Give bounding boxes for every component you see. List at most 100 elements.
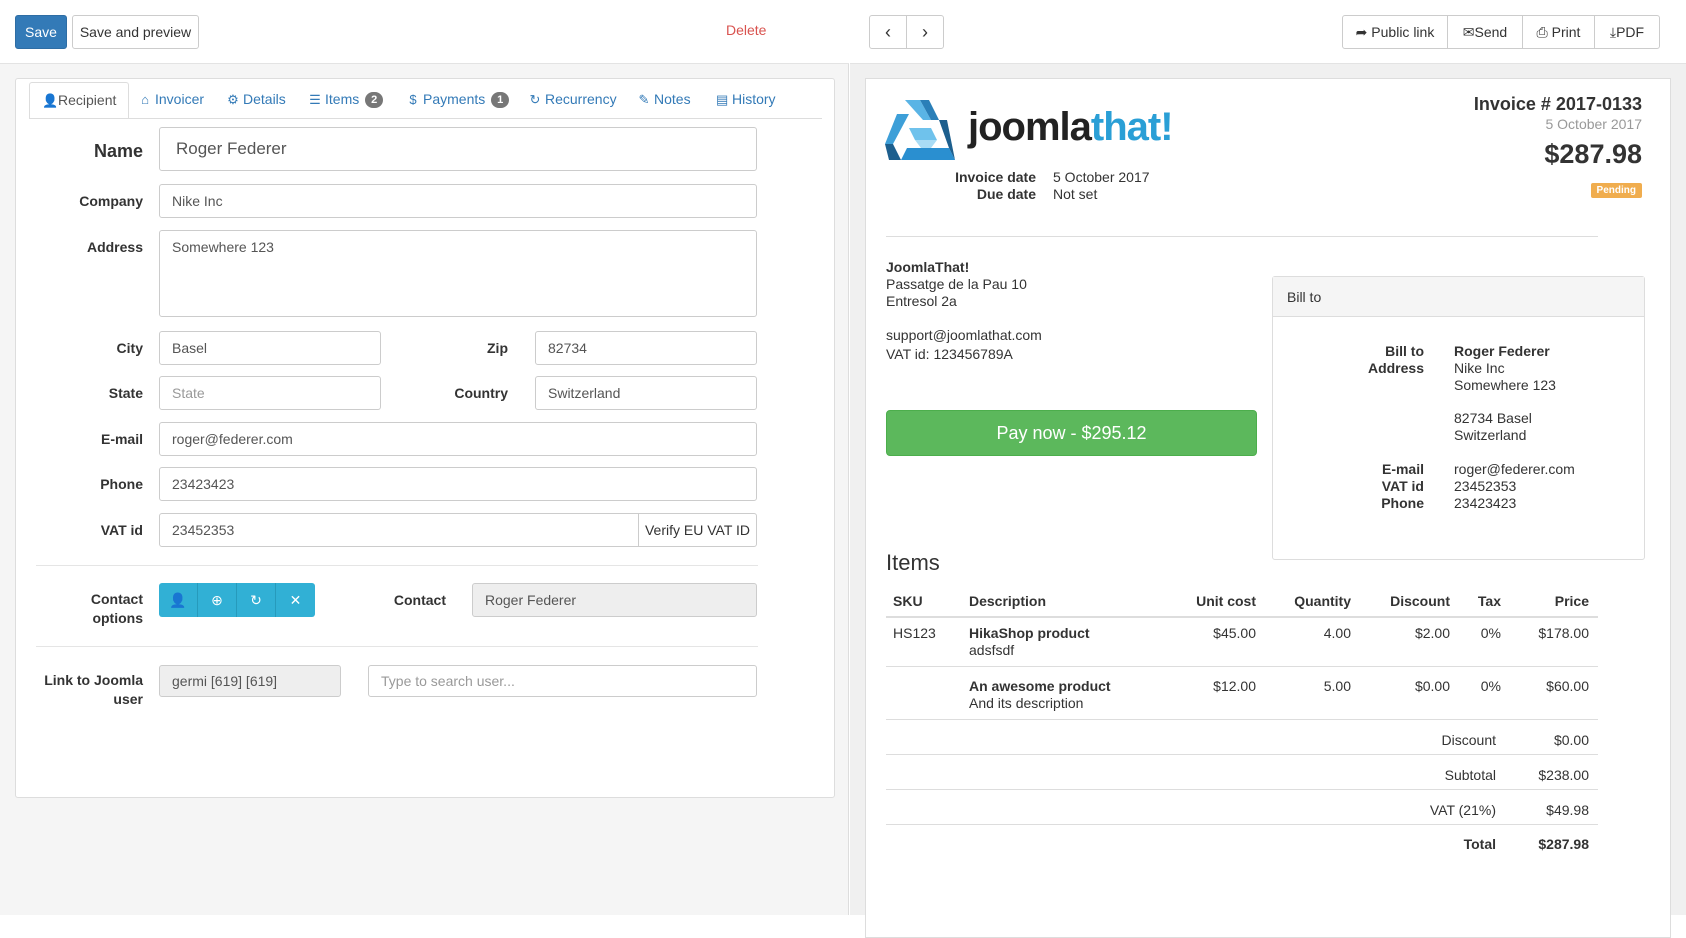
col-quantity: Quantity [1294,593,1351,609]
verify-vat-button[interactable]: Verify EU VAT ID [638,513,757,547]
tab-invoicer[interactable]: ⌂ Invoicer [139,82,204,119]
zip-input[interactable]: 82734 [535,331,757,365]
city-input[interactable]: Basel [159,331,381,365]
label-line: Contact [90,591,143,607]
user-search-input[interactable]: Type to search user... [368,665,757,697]
address-textarea[interactable]: Somewhere 123 [159,230,757,317]
list-alt-icon: ▤ [716,92,729,107]
tab-payments[interactable]: $ Payments 1 [407,82,510,119]
next-button[interactable]: › [906,15,944,49]
item-desc: And its description [969,695,1084,711]
due-date: Not set [1053,186,1098,202]
tab-label: Recipient [58,92,117,108]
row-divider [886,666,1598,667]
item-desc: adsfsdf [969,642,1015,658]
name-input[interactable]: Roger Federer [159,127,757,171]
company-input[interactable]: Nike Inc [159,184,757,218]
bill-vat: 23452353 [1454,478,1517,494]
envelope-icon: ✉ [1462,24,1475,40]
bill-email-label: E-mail [1381,461,1424,477]
prev-button[interactable]: ‹ [869,15,907,49]
bill-phone: 23423423 [1454,495,1517,511]
items-heading: Items [886,550,940,575]
zip-label: Zip [487,340,508,356]
contact-field: Roger Federer [472,583,757,617]
tab-label: Details [243,91,286,107]
col-sku: SKU [893,593,923,609]
contact-options-group: 👤 ⊕ ↻ ✕ [159,583,315,617]
country-label: Country [454,385,508,401]
item-price: $60.00 [1546,678,1589,694]
state-input[interactable]: State [159,376,381,410]
totals-total-value: $287.98 [1538,836,1589,852]
col-discount: Discount [1390,593,1450,609]
delete-link[interactable]: Delete [726,22,766,38]
country-input[interactable]: Switzerland [535,376,757,410]
save-and-preview-button[interactable]: Save and preview [72,15,199,49]
email-input[interactable]: roger@federer.com [159,422,757,456]
row-divider [886,719,1598,720]
logo-text: joomla [968,105,1092,149]
button-label: Print [1551,24,1581,40]
item-tax: 0% [1480,678,1501,694]
tab-label: Invoicer [155,91,205,107]
save-button[interactable]: Save [15,15,67,49]
phone-input[interactable]: 23423423 [159,467,757,501]
print-icon: ⎙ [1536,24,1548,40]
refresh-contact-icon[interactable]: ↻ [237,583,276,617]
contact-label: Contact [393,592,446,608]
email-label: E-mail [100,431,143,447]
totals-divider [886,754,1598,755]
tab-label: Payments [423,91,486,107]
tab-notes[interactable]: ✎ Notes [638,82,691,119]
contact-user-icon[interactable]: 👤 [159,583,198,617]
bill-to-header: Bill to [1273,277,1644,317]
totals-vat-value: $49.98 [1546,802,1589,818]
totals-subtotal-value: $238.00 [1538,767,1589,783]
joomla-user-label: Link to Joomla user [16,671,143,709]
bill-phone-label: Phone [1381,495,1424,511]
pay-now-button[interactable]: Pay now - $295.12 [886,410,1257,456]
item-discount: $0.00 [1414,678,1450,694]
chevron-right-icon: › [922,22,928,42]
col-tax: Tax [1477,593,1501,609]
send-button[interactable]: ✉Send [1447,15,1523,49]
add-contact-icon[interactable]: ⊕ [198,583,237,617]
print-button[interactable]: ⎙ Print [1522,15,1595,49]
tab-recurrency[interactable]: ↻ Recurrency [529,82,617,119]
logo-text: that! [1090,105,1174,149]
tab-recipient[interactable]: 👤Recipient [29,82,130,119]
chevron-left-icon: ‹ [885,22,891,42]
remove-contact-icon[interactable]: ✕ [276,583,315,617]
company-label: Company [79,193,143,209]
col-price: Price [1554,593,1589,609]
vat-input[interactable]: 23452353 [159,513,639,547]
label-line: user [113,691,143,707]
tab-items[interactable]: ☰ Items 2 [309,82,384,119]
pdf-button[interactable]: ⤓PDF [1594,15,1660,49]
bill-to-label: Bill to [1385,343,1424,359]
invoice-number: Invoice # 2017-0133 [1473,94,1642,114]
address-label: Address [86,239,143,255]
tab-history[interactable]: ▤ History [716,82,776,119]
public-link-button[interactable]: ➦ Public link [1342,15,1448,49]
refresh-icon: ↻ [529,92,541,107]
totals-total-label: Total [1463,836,1496,852]
name-label: Name [93,141,143,161]
preview-toolbar: ‹ › ➦ Public link ✉Send ⎙ Print ⤓PDF [850,0,1686,64]
bill-company: Nike Inc [1454,360,1505,376]
phone-label: Phone [100,476,143,492]
item-sku: HS123 [893,625,936,641]
invoice-document: joomlathat! Invoice # 2017-0133 5 Octobe… [865,78,1671,938]
col-description: Description [969,593,1047,609]
label-line: options [92,610,143,626]
tab-details[interactable]: ⚙ Details [227,82,286,119]
item-unit-cost: $12.00 [1213,678,1256,694]
label-line: Link to Joomla [44,672,143,688]
from-name: JoomlaThat! [886,259,970,275]
tab-label: Notes [654,91,691,107]
user-icon: 👤 [42,93,59,108]
logo-wordmark: joomlathat! [968,105,1174,150]
item-price: $178.00 [1538,625,1589,641]
bill-name: Roger Federer [1454,343,1550,359]
